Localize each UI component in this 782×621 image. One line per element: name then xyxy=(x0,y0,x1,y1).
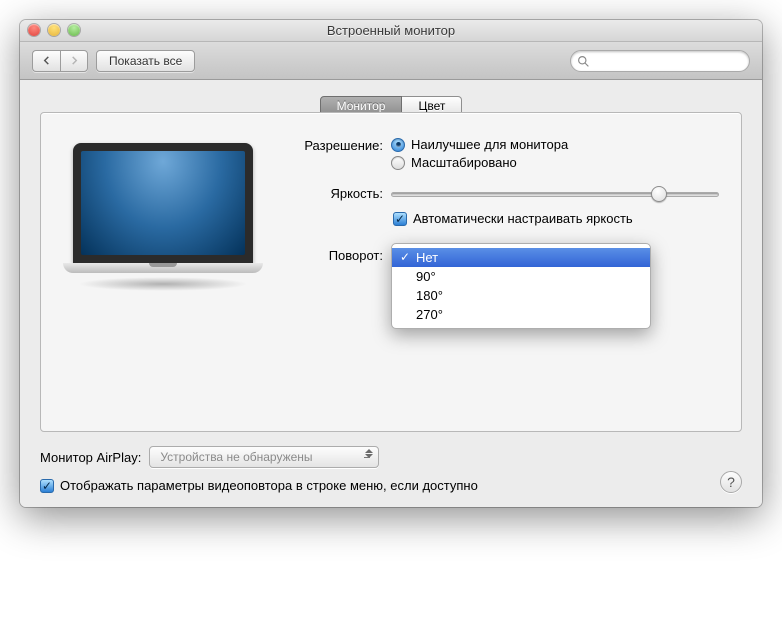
checkmark-icon: ✓ xyxy=(400,250,410,264)
close-button[interactable] xyxy=(28,24,40,36)
settings-column: Разрешение: Наилучшее для монитора Масшт… xyxy=(291,137,719,291)
search-input[interactable] xyxy=(595,53,741,69)
chevron-right-icon xyxy=(70,56,79,65)
mirror-checkbox-row[interactable]: ✓ Отображать параметры видеоповтора в ст… xyxy=(40,478,742,493)
resolution-scaled-label: Масштабировано xyxy=(411,155,517,170)
checkbox-icon: ✓ xyxy=(40,479,54,493)
chevron-left-icon xyxy=(42,56,51,65)
minimize-button[interactable] xyxy=(48,24,60,36)
resolution-scaled-option[interactable]: Масштабировано xyxy=(391,155,719,170)
forward-button[interactable] xyxy=(60,50,88,72)
brightness-row: Яркость: ✓ Автоматически настраивать ярк… xyxy=(291,185,719,229)
help-icon: ? xyxy=(727,474,735,490)
show-all-button[interactable]: Показать все xyxy=(96,50,195,72)
search-icon xyxy=(577,55,590,68)
airplay-popup[interactable]: Устройства не обнаружены xyxy=(149,446,379,468)
resolution-best-label: Наилучшее для монитора xyxy=(411,137,568,152)
rotation-label: Поворот: xyxy=(291,247,391,263)
traffic-lights xyxy=(20,24,80,36)
settings-panel: Разрешение: Наилучшее для монитора Масшт… xyxy=(40,112,742,432)
preferences-window: Встроенный монитор Показать все Монитор … xyxy=(20,20,762,507)
auto-brightness-label: Автоматически настраивать яркость xyxy=(413,211,633,226)
radio-icon xyxy=(391,138,405,152)
airplay-label: Монитор AirPlay: xyxy=(40,450,141,465)
radio-icon xyxy=(391,156,405,170)
checkbox-icon: ✓ xyxy=(393,212,407,226)
brightness-label: Яркость: xyxy=(291,185,391,201)
rotation-row: Поворот: ✓ Нет 90° 180° xyxy=(291,247,719,263)
rotation-option-none[interactable]: ✓ Нет xyxy=(392,248,650,267)
search-field[interactable] xyxy=(570,50,750,72)
help-button[interactable]: ? xyxy=(720,471,742,493)
mirror-label: Отображать параметры видеоповтора в стро… xyxy=(60,478,478,493)
content: Монитор Цвет Разрешение: xyxy=(20,80,762,507)
slider-thumb-icon[interactable] xyxy=(651,186,667,202)
rotation-option-180[interactable]: 180° xyxy=(392,286,650,305)
airplay-value: Устройства не обнаружены xyxy=(160,450,312,464)
nav-group xyxy=(32,50,88,72)
back-button[interactable] xyxy=(32,50,60,72)
resolution-row: Разрешение: Наилучшее для монитора Масшт… xyxy=(291,137,719,173)
toolbar: Показать все xyxy=(20,42,762,80)
updown-arrows-icon xyxy=(365,449,373,458)
zoom-button[interactable] xyxy=(68,24,80,36)
bottom-area: Монитор AirPlay: Устройства не обнаружен… xyxy=(40,446,742,493)
device-illustration xyxy=(63,137,263,291)
resolution-label: Разрешение: xyxy=(291,137,391,153)
rotation-menu: ✓ Нет 90° 180° 270° xyxy=(391,243,651,329)
rotation-option-270[interactable]: 270° xyxy=(392,305,650,324)
auto-brightness-checkbox[interactable]: ✓ Автоматически настраивать яркость xyxy=(393,211,719,226)
resolution-best-option[interactable]: Наилучшее для монитора xyxy=(391,137,719,152)
titlebar: Встроенный монитор xyxy=(20,20,762,42)
rotation-option-90[interactable]: 90° xyxy=(392,267,650,286)
airplay-row: Монитор AirPlay: Устройства не обнаружен… xyxy=(40,446,742,468)
laptop-screen-icon xyxy=(73,143,253,263)
window-title: Встроенный монитор xyxy=(20,23,762,38)
brightness-slider[interactable] xyxy=(391,185,719,203)
